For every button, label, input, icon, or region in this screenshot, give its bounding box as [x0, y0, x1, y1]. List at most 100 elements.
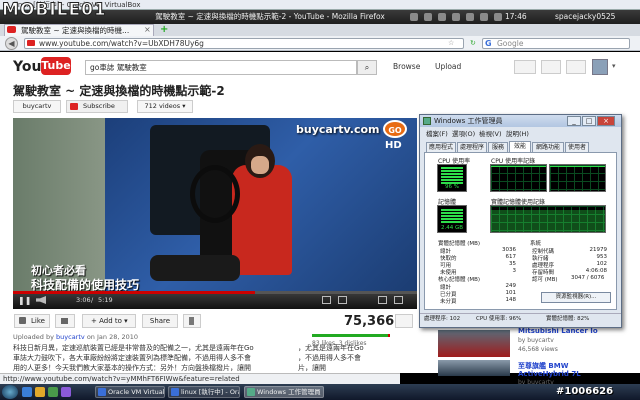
battery-icon[interactable]	[466, 13, 474, 21]
flag-icon	[189, 317, 194, 325]
description-line-right: 片，讓開	[298, 364, 326, 372]
hd-badge: HD	[385, 140, 402, 151]
bookmark-star-icon[interactable]: ☆	[448, 39, 454, 47]
tab-applications[interactable]: 應用程式	[426, 142, 456, 152]
cpu-usage-meter-fill	[441, 167, 463, 184]
taskbar-item-task-manager[interactable]: Windows 工作管理員	[244, 386, 324, 398]
youtube-toolbar-button[interactable]	[541, 60, 561, 74]
upload-date: on Jan 28, 2010	[86, 333, 139, 341]
video-time-current: 3:06	[76, 296, 91, 304]
youtube-logo[interactable]: You Tube	[13, 57, 71, 77]
menu-options[interactable]: 選項(O)	[452, 128, 475, 138]
youtube-toolbar-button[interactable]	[514, 60, 536, 74]
add-to-button[interactable]: + Add to ▾	[82, 314, 136, 328]
video-driver	[232, 165, 292, 275]
thumbs-down-icon	[61, 318, 68, 324]
tab-processes[interactable]: 處理程序	[457, 142, 487, 152]
logo-tube: Tube	[41, 57, 71, 75]
cpu-usage-value: 96 %	[445, 184, 459, 190]
url-bar[interactable]: www.youtube.com/watch?v=UbXDH78Uy6g	[24, 38, 464, 49]
network-icon[interactable]	[410, 13, 418, 21]
monitor-icon[interactable]	[494, 13, 502, 21]
upload-link[interactable]: Upload	[435, 62, 461, 71]
tab-networking[interactable]: 網路功能	[532, 142, 564, 152]
memory-value: 2.44 GB	[440, 225, 464, 231]
tab-youtube[interactable]: 駕駛教室 ~ 定速與換檔的時機...	[4, 24, 154, 36]
start-button[interactable]	[2, 385, 18, 399]
thumbs-up-icon	[19, 317, 26, 324]
avatar[interactable]	[592, 59, 608, 75]
search-input[interactable]: Google	[482, 38, 630, 49]
tab-services[interactable]: 服務	[488, 142, 508, 152]
ie-icon[interactable]	[22, 387, 32, 397]
panel-clock[interactable]: 17:46	[505, 10, 527, 24]
chevron-down-icon[interactable]: ▾	[612, 62, 616, 70]
video-controls	[13, 293, 417, 309]
youtube-favicon-icon	[7, 26, 16, 33]
play-pause-icon[interactable]: ❚❚	[18, 296, 31, 305]
video-title: 駕駛教室 ~ 定速與換檔的時機點示範-2	[13, 84, 225, 98]
youtube-search-input[interactable]: go車誌 駕駛教室	[85, 60, 357, 75]
settings-icon[interactable]	[322, 296, 331, 304]
kernel-nonpaged-value: 148	[505, 297, 517, 303]
description-line: 車誌大力鼓吹下，各大車廠紛紛將定速裝置列為標準配備，不過用得人多不會	[13, 354, 251, 362]
kernel-total-value: 249	[505, 283, 517, 289]
resource-monitor-button[interactable]: 資源監視器(R)...	[541, 292, 611, 303]
related-video-channel: by buycartv	[518, 337, 554, 344]
videos-dropdown[interactable]: 712 videos ▾	[137, 100, 193, 113]
chat-icon[interactable]	[452, 13, 460, 21]
system-commit-label: 認可 (MB)	[532, 277, 558, 283]
time-separator: /	[91, 296, 94, 304]
volume-icon[interactable]	[480, 13, 488, 21]
related-video-thumbnail[interactable]	[438, 330, 510, 357]
share-button[interactable]: Share	[142, 314, 178, 328]
back-button[interactable]: ◀	[5, 37, 18, 50]
reload-icon[interactable]: ↻	[470, 39, 476, 47]
related-video-title[interactable]: Mitsubishi Lancer Io	[518, 327, 598, 335]
system-uptime-value: 4:06:08	[585, 268, 607, 274]
related-video-thumbnail[interactable]	[438, 360, 510, 376]
task-manager-icon	[247, 388, 255, 396]
system-commit-value: 3047 / 6076	[571, 275, 605, 281]
cpu-history-line-1	[491, 166, 546, 170]
media-icon[interactable]	[48, 387, 58, 397]
upload-info: Uploaded by buycartv on Jan 28, 2010	[13, 333, 138, 341]
minimize-button[interactable]: _	[567, 116, 581, 126]
physical-memory-title: 實體記憶體 (MB)	[438, 241, 481, 247]
tab-performance[interactable]: 效能	[509, 141, 531, 152]
tab-users[interactable]: 使用者	[565, 142, 589, 152]
maximize-button[interactable]: □	[582, 116, 596, 126]
logo-you: You	[13, 59, 42, 75]
menu-help[interactable]: 說明(H)	[506, 128, 529, 138]
system-title: 系統	[530, 241, 542, 247]
popout-icon[interactable]	[378, 296, 387, 304]
bluetooth-icon[interactable]	[424, 13, 432, 21]
upload-channel-link[interactable]: buycartv	[56, 333, 85, 341]
task-manager-status-bar: 處理程序: 102 CPU 使用率: 96% 實體記憶體: 82%	[420, 313, 621, 324]
annotations-icon[interactable]	[338, 296, 347, 304]
video-time-total: 5:19	[98, 296, 113, 304]
tab-close-icon[interactable]: ×	[144, 24, 151, 36]
new-tab-button[interactable]: +	[160, 25, 170, 35]
upload-prefix: Uploaded by	[13, 333, 54, 341]
youtube-toolbar-button[interactable]	[566, 60, 586, 74]
browse-link[interactable]: Browse	[393, 62, 420, 71]
memory-history-area	[491, 210, 605, 232]
panel-user-menu[interactable]: spacejacky0525	[555, 10, 615, 24]
close-button[interactable]: ×	[597, 116, 615, 126]
channel-button[interactable]: buycartv	[13, 100, 61, 113]
menu-view[interactable]: 檢視(V)	[479, 128, 502, 138]
app-icon[interactable]	[61, 387, 71, 397]
task-manager-icon	[423, 117, 431, 125]
mobile01-logo: MOBILE01	[2, 0, 107, 21]
mail-icon[interactable]	[438, 13, 446, 21]
menu-file[interactable]: 檔案(F)	[426, 128, 448, 138]
explorer-icon[interactable]	[35, 387, 45, 397]
related-video-title[interactable]: ActiveHybrid 7L	[518, 370, 581, 378]
youtube-search-button[interactable]: ⌕	[357, 60, 377, 75]
physical-free-value: 3	[512, 268, 517, 274]
stats-button[interactable]	[395, 314, 413, 328]
browser-status-bar: http://www.youtube.com/watch?v=yMMhFT6FI…	[0, 373, 400, 384]
fullscreen-icon[interactable]	[394, 296, 403, 304]
image-watermark: #1006626	[556, 386, 614, 397]
